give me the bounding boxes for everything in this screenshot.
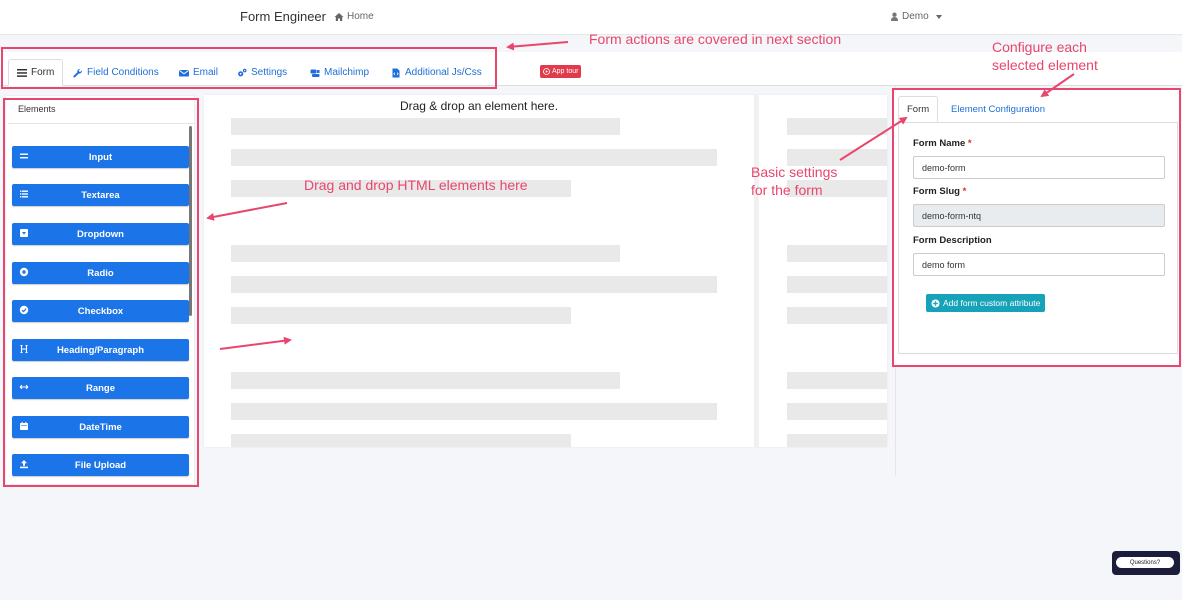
questions-label: Questions? <box>1116 557 1174 568</box>
arrow-to-form-tab <box>839 116 908 161</box>
questions-widget[interactable]: Questions? <box>1112 551 1180 575</box>
arrow-to-element-config-tab <box>1040 73 1075 98</box>
arrow-to-canvas <box>219 336 292 350</box>
annotation-arrows <box>206 41 1075 350</box>
arrow-to-elements <box>206 202 288 221</box>
arrow-to-tabs <box>506 41 569 51</box>
